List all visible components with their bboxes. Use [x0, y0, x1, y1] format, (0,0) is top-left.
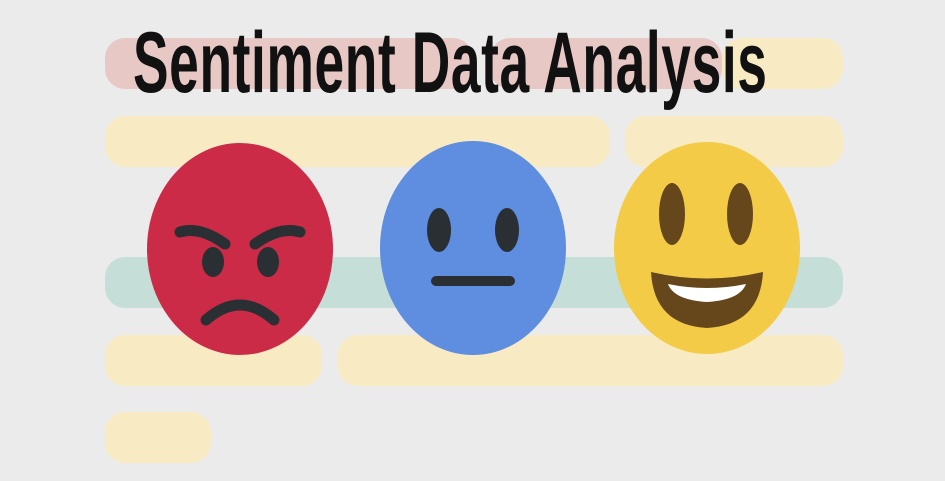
grinning-face-icon: [614, 142, 800, 354]
neutral-face-icon: [380, 141, 566, 355]
angry-face-icon: [147, 143, 333, 355]
